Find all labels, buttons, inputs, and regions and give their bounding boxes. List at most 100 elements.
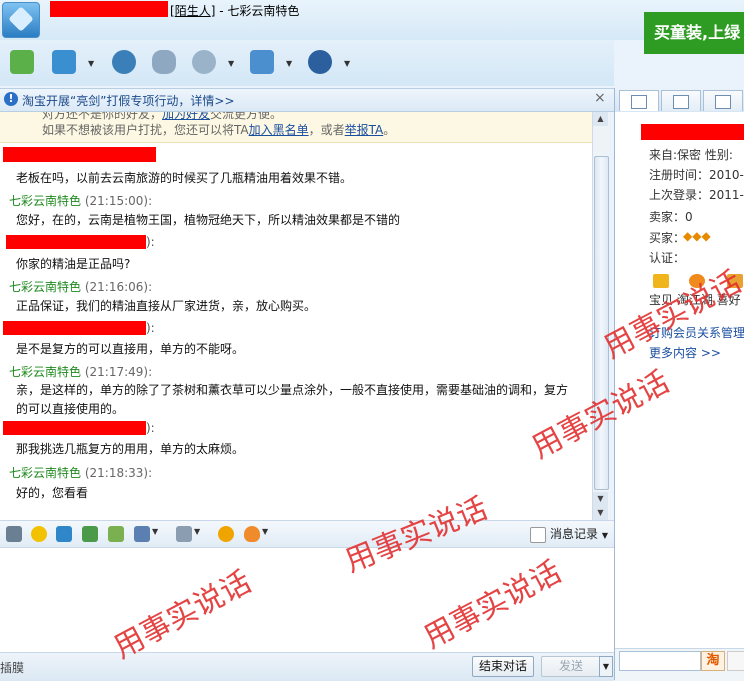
message-time: (21:17:49): xyxy=(84,365,153,379)
sender-name: 七彩云南特色 xyxy=(9,280,82,294)
emoticon-icon[interactable] xyxy=(31,526,47,542)
profile-seller-rating: 卖家：0 xyxy=(649,210,693,224)
message-time: ): xyxy=(146,321,155,335)
screenshot-send-icon[interactable] xyxy=(108,526,124,542)
scroll-down-icon[interactable]: ▼ xyxy=(593,492,608,506)
message-time: ): xyxy=(146,235,155,249)
contact-avatar[interactable] xyxy=(2,2,40,38)
treasure-badge-icon[interactable] xyxy=(653,274,669,288)
notes-icon xyxy=(715,95,731,109)
profile-cert: 认证： xyxy=(649,251,686,265)
image-icon[interactable] xyxy=(82,526,98,542)
title-bar: [陌生人] - 七彩云南特色 xyxy=(0,0,744,40)
redacted-sender xyxy=(3,321,146,335)
redacted-sender xyxy=(3,421,146,435)
extra-tab-icon[interactable] xyxy=(727,651,744,671)
sender-line: 七彩云南特色 (21:16:06): xyxy=(9,278,152,295)
font-icon[interactable] xyxy=(6,526,22,542)
message-time: (21:18:33): xyxy=(84,466,153,480)
notice-bar: ! 淘宝开展“亮剑”打假专项行动，详情>> × xyxy=(0,88,614,112)
message-text: 正品保证，我们的精油直接从厂家进货，亲，放心购买。 xyxy=(16,299,317,313)
message-text: 老板在吗，以前去云南旅游的时候买了几瓶精油用着效果不错。 xyxy=(16,171,353,185)
chevron-down-icon[interactable]: ▼ xyxy=(152,527,158,536)
magic-expression-icon[interactable] xyxy=(56,526,72,542)
message-text: 好的，您看看 xyxy=(16,486,89,500)
message-time: (21:15:00): xyxy=(84,194,153,208)
tab-calendar[interactable] xyxy=(661,90,701,111)
redacted-contact-name xyxy=(641,124,744,140)
bottom-left-label[interactable]: 插膜 xyxy=(0,659,24,676)
stranger-label[interactable]: 陌生人 xyxy=(175,4,211,18)
taobao-icon[interactable]: 淘 xyxy=(701,651,725,671)
history-icon xyxy=(530,526,546,543)
send-button[interactable]: 发送 xyxy=(541,656,601,677)
profile-last-login: 上次登录：2011-( xyxy=(649,188,744,202)
end-chat-button[interactable]: 结束对话 xyxy=(472,656,534,677)
window-title: [陌生人] - 七彩云南特色 xyxy=(170,4,300,18)
chevron-down-icon[interactable]: ▼ xyxy=(344,59,350,68)
sender-name: 七彩云南特色 xyxy=(9,194,82,208)
right-search-input[interactable] xyxy=(619,651,701,671)
tools-icon xyxy=(308,50,332,74)
folder-arrow-icon xyxy=(52,50,76,74)
add-friend-link[interactable]: 加为好友 xyxy=(162,112,210,121)
quick-reply-icon[interactable] xyxy=(176,526,192,542)
shop-name: 七彩云南特色 xyxy=(227,4,300,18)
message-text: 那我挑选几瓶复方的用用，单方的太麻烦。 xyxy=(16,442,245,456)
message-text: 您好，在的，云南是植物王国，植物冠绝天下，所以精油效果都是不错的 xyxy=(16,213,401,227)
redacted-contact-name xyxy=(50,1,168,17)
close-icon[interactable]: × xyxy=(594,90,606,106)
chevron-down-icon[interactable]: ▼ xyxy=(194,527,200,536)
scroll-up-icon[interactable]: ▲ xyxy=(593,112,608,126)
blacklist-link[interactable]: 加入黑名单 xyxy=(249,123,309,137)
send-file-icon xyxy=(10,50,34,74)
tab-profile[interactable] xyxy=(619,90,659,111)
report-link[interactable]: 举报TA xyxy=(345,123,384,137)
warning-text: 如果不想被该用户打扰，您还可以将TA xyxy=(42,123,249,137)
globe-icon xyxy=(250,50,274,74)
warning-text: ，或者 xyxy=(308,123,345,137)
stranger-warning: 对方还不是你的好友，加为好友交流更方便。 如果不想被该用户打扰，您还可以将TA加… xyxy=(0,112,592,143)
edit-toolbar: ▼ ▼ ▼ 消息记录 ▼ xyxy=(0,520,614,548)
chevron-down-icon[interactable]: ▼ xyxy=(228,59,234,68)
heart-icon[interactable] xyxy=(244,526,260,542)
history-label: 消息记录 xyxy=(550,527,599,541)
redacted-sender xyxy=(6,235,146,249)
notice-link[interactable]: 淘宝开展“亮剑”打假专项行动，详情>> xyxy=(22,92,235,109)
microphone-icon xyxy=(152,50,176,74)
message-history-button[interactable]: 消息记录 ▼ xyxy=(530,525,608,543)
calendar-icon xyxy=(673,95,689,109)
warning-text: 交流更方便。 xyxy=(210,112,283,121)
warning-line-2: 如果不想被该用户打扰，您还可以将TA加入黑名单，或者举报TA。 xyxy=(42,121,395,138)
send-options-chevron-icon[interactable]: ▼ xyxy=(599,656,613,677)
screenshot-icon[interactable] xyxy=(134,526,150,542)
info-tabs xyxy=(615,88,744,112)
warning-text: 。 xyxy=(383,123,396,137)
profile-buyer-label: 买家： xyxy=(649,231,686,245)
ad-banner[interactable]: 买童装,上绿 xyxy=(644,12,744,54)
right-bottom-bar: 淘 xyxy=(615,648,744,681)
message-text: 亲，是这样的，单方的除了了茶树和薰衣草可以少量点涂外，一般不直接使用，需要基础油… xyxy=(16,383,569,416)
chevron-down-icon[interactable]: ▼ xyxy=(262,527,268,536)
buyer-diamond-icon: ◆◆◆ xyxy=(683,229,711,243)
title-separator: - xyxy=(215,4,228,18)
message-text: 是不是复方的可以直接用，单方的不能呀。 xyxy=(16,342,245,356)
chevron-down-icon[interactable]: ▼ xyxy=(88,59,94,68)
chevron-down-icon[interactable]: ▼ xyxy=(286,59,292,68)
message-time: ): xyxy=(146,421,155,435)
tab-notes[interactable] xyxy=(703,90,743,111)
profile-reg-time: 注册时间：2010-( xyxy=(649,168,744,182)
sender-name: 七彩云南特色 xyxy=(9,365,82,379)
redacted-sender xyxy=(3,147,156,162)
more-content-link[interactable]: 更多内容 >> xyxy=(649,344,721,361)
webcam-icon xyxy=(192,50,216,74)
avatar-glyph-icon xyxy=(8,6,34,32)
message-text: 你家的精油是正品吗? xyxy=(16,257,131,271)
warning-text: 对方还不是你的好友， xyxy=(42,112,163,121)
add-user-icon xyxy=(112,50,136,74)
info-icon: ! xyxy=(4,92,18,106)
bell-icon[interactable] xyxy=(218,526,234,542)
bottom-bar: 插膜 结束对话 发送 ▼ xyxy=(0,652,614,681)
scroll-bottom-icon[interactable]: ▼ xyxy=(593,506,608,520)
chat-scrollbar[interactable]: ▲ ▼ ▼ xyxy=(592,112,609,520)
